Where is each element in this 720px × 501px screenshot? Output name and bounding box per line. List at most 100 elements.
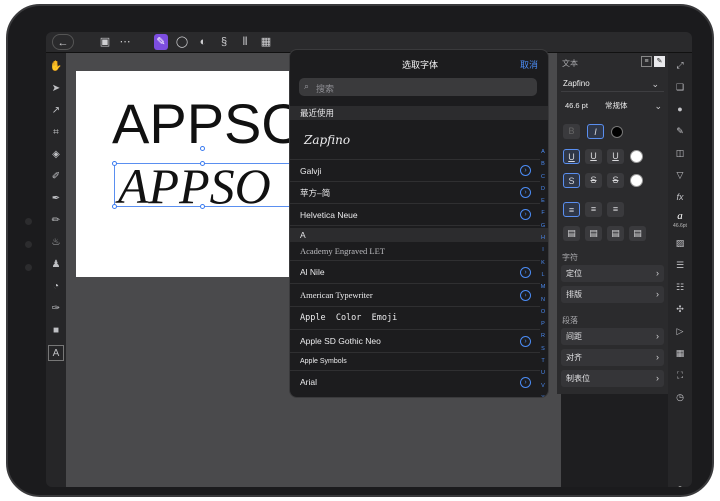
text-color-swatch[interactable] [611,126,623,138]
color-icon[interactable]: ● [673,102,687,116]
image-icon[interactable]: ▨ [673,236,687,250]
underline-button[interactable]: U [563,149,580,164]
index-letter[interactable]: G [538,220,548,232]
fullscreen-icon[interactable]: ⤢ [673,58,687,72]
row-alignment[interactable]: 对齐 › [561,349,664,366]
navigator-icon[interactable]: ✣ [673,302,687,316]
cancel-button[interactable]: 取消 [520,58,538,71]
row-position[interactable]: 定位 › [561,265,664,282]
node-tool-icon[interactable]: ↗ [48,103,64,119]
justify-right-button[interactable]: ▤ [607,226,624,241]
info-icon[interactable]: › [520,209,531,220]
export-persona-icon[interactable]: ◐ [196,34,210,50]
justify-center-button[interactable]: ▤ [585,226,602,241]
index-letter[interactable]: S [538,343,548,355]
index-letter[interactable]: U [538,367,548,379]
index-letter[interactable]: C [538,171,548,183]
font-name-field[interactable]: Zapfino ⌄ [561,76,664,92]
bold-button[interactable]: B [563,124,580,139]
stroke-icon[interactable]: ◫ [673,146,687,160]
move-tool-icon[interactable]: ➤ [48,81,64,97]
back-button[interactable]: ← [52,34,74,50]
info-icon[interactable]: › [520,336,531,347]
index-letter[interactable]: H [538,232,548,244]
panel-list-icon[interactable]: ≡ [641,56,652,67]
crop-tool-icon[interactable]: ⌗ [48,125,64,141]
align-center-button[interactable]: ≡ [585,202,602,217]
strikethrough-button[interactable]: S [563,173,580,188]
double-underline-button[interactable]: U [585,149,602,164]
fill-tool-icon[interactable]: ◈ [48,147,64,163]
designer-persona-icon[interactable]: ✎ [154,34,168,50]
font-row[interactable]: Apple Color Emoji [290,307,540,330]
row-typography[interactable]: 排版 › [561,286,664,303]
font-row[interactable]: Helvetica Neue › [290,204,540,226]
brush-tool-icon[interactable]: ♨ [48,235,64,251]
font-row[interactable]: 苹方–简 › [290,182,540,204]
font-size-field[interactable]: 46.6 pt [561,99,601,113]
index-letter[interactable]: P [538,318,548,330]
index-letter[interactable]: M [538,281,548,293]
selection-handle[interactable] [200,161,205,166]
strike-style-button[interactable]: S [607,173,624,188]
align-icon[interactable]: ⦀ [238,34,252,50]
search-input[interactable]: ⌕ 搜索 [299,78,537,96]
info-icon[interactable]: › [520,377,531,388]
font-row[interactable]: Galvji › [290,160,540,182]
index-letter[interactable]: F [538,207,548,219]
effects-icon[interactable]: ▽ [673,168,687,182]
index-letter[interactable]: B [538,158,548,170]
selection-handle[interactable] [200,204,205,209]
align-right-button[interactable]: ≡ [607,202,624,217]
fx-icon[interactable]: fx [673,190,687,204]
font-row[interactable]: Academy Engraved LET [290,242,540,261]
underline-style-button[interactable]: U [607,149,624,164]
justify-all-button[interactable]: ▤ [629,226,646,241]
font-row[interactable]: American Typewriter › [290,284,540,307]
swatches-icon[interactable]: ▦ [673,346,687,360]
text-studio-icon[interactable]: a [673,209,687,223]
index-letter[interactable]: E [538,195,548,207]
pencil-tool-icon[interactable]: ✏ [48,213,64,229]
index-letter[interactable]: I [538,244,548,256]
play-icon[interactable]: ▷ [673,324,687,338]
alphabet-index[interactable]: A B C D E F G H I K L M N O P R S T U V [538,146,548,397]
pixel-persona-icon[interactable]: ◯ [175,34,189,50]
double-strike-button[interactable]: S [585,173,602,188]
row-spacing[interactable]: 间距 › [561,328,664,345]
text-tool-icon[interactable]: A [48,345,64,361]
vector-tool-icon[interactable]: ✑ [48,301,64,317]
index-letter[interactable]: R [538,330,548,342]
font-row[interactable]: Apple SD Gothic Neo › [290,330,540,353]
pen-tool-icon[interactable]: ✒ [48,191,64,207]
help-button[interactable]: ? [673,483,687,487]
font-row[interactable]: Apple Symbols [290,353,540,371]
index-letter[interactable]: A [538,146,548,158]
info-icon[interactable]: › [520,267,531,278]
index-letter[interactable]: K [538,257,548,269]
selection-handle[interactable] [112,161,117,166]
grid-icon[interactable]: ▦ [259,34,273,50]
assets-icon[interactable]: ⛶ [673,368,687,382]
brushes-icon[interactable]: ✎ [673,124,687,138]
shape-tool-icon[interactable]: ■ [48,323,64,339]
font-row[interactable]: Arial › [290,371,540,394]
document-icon[interactable]: ▣ [98,34,112,50]
justify-left-button[interactable]: ▤ [563,226,580,241]
index-letter[interactable]: N [538,294,548,306]
index-letter[interactable]: L [538,269,548,281]
eyedropper-tool-icon[interactable]: ✐ [48,169,64,185]
transform-icon[interactable]: ☰ [673,258,687,272]
rotation-handle[interactable] [200,146,205,151]
history-icon[interactable]: ☷ [673,280,687,294]
info-icon[interactable]: › [520,187,531,198]
italic-button[interactable]: I [587,124,604,139]
font-row[interactable]: Al Nile › [290,261,540,284]
row-tab-stops[interactable]: 制表位 › [561,370,664,387]
panel-pin-icon[interactable]: ✎ [654,56,665,67]
index-letter[interactable]: D [538,183,548,195]
font-style-field[interactable]: 常规体 ⌄ [605,99,664,113]
underline-color-swatch[interactable] [630,150,643,163]
clock-icon[interactable]: ◷ [673,390,687,404]
canvas-text-sans[interactable]: APPSO [112,91,305,156]
